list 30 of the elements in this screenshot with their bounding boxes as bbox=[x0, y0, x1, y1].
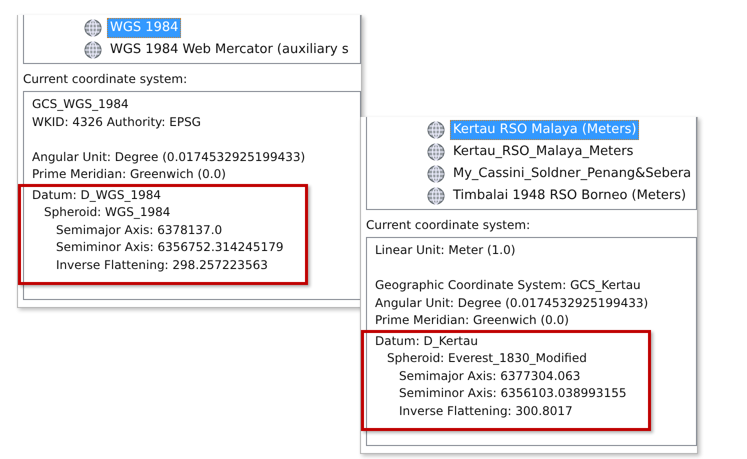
detail-line: Angular Unit: Degree (0.0174532925199433) bbox=[375, 294, 650, 312]
detail-line: Datum: D_WGS_1984 bbox=[32, 186, 162, 204]
detail-line: WKID: 4326 Authority: EPSG bbox=[32, 114, 202, 130]
detail-line: Spheroid: WGS_1984 bbox=[44, 204, 172, 221]
globe-icon bbox=[427, 165, 445, 183]
detail-line: Linear Unit: Meter (1.0) bbox=[375, 242, 516, 259]
detail-line: Semiminor Axis: 6356752.314245179 bbox=[56, 239, 284, 256]
detail-line: Inverse Flattening: 300.8017 bbox=[399, 402, 574, 420]
tree-item[interactable]: WGS 1984 Web Mercator (auxiliary s bbox=[107, 40, 352, 60]
tree-item[interactable]: My_Cassini_Soldner_Penang&Sebera bbox=[450, 164, 694, 184]
detail-line: Geographic Coordinate System: GCS_Kertau bbox=[375, 277, 642, 294]
detail-line: Semimajor Axis: 6378137.0 bbox=[56, 222, 224, 238]
detail-line: Datum: D_Kertau bbox=[375, 332, 479, 350]
detail-line: Inverse Flattening: 298.257223563 bbox=[56, 256, 269, 274]
detail-line: Spheroid: Everest_1830_Modified bbox=[387, 350, 588, 367]
detail-line: GCS_WGS_1984 bbox=[32, 96, 130, 113]
globe-icon bbox=[427, 121, 445, 139]
globe-icon bbox=[84, 19, 102, 37]
section-label: Current coordinate system: bbox=[366, 218, 532, 232]
detail-line: Semimajor Axis: 6377304.063 bbox=[399, 368, 582, 384]
tree-item[interactable]: Kertau_RSO_Malaya_Meters bbox=[450, 142, 636, 162]
detail-line: Prime Meridian: Greenwich (0.0) bbox=[375, 312, 570, 329]
tree-item[interactable]: Timbalai 1948 RSO Borneo (Meters) bbox=[450, 186, 690, 206]
section-label: Current coordinate system: bbox=[23, 72, 188, 86]
detail-line: Angular Unit: Degree (0.0174532925199433) bbox=[32, 148, 306, 166]
globe-icon bbox=[84, 41, 102, 59]
globe-icon bbox=[427, 187, 445, 205]
detail-line: Semiminor Axis: 6356103.038993155 bbox=[399, 385, 626, 402]
globe-icon bbox=[427, 143, 445, 161]
detail-line: Prime Meridian: Greenwich (0.0) bbox=[32, 166, 227, 183]
